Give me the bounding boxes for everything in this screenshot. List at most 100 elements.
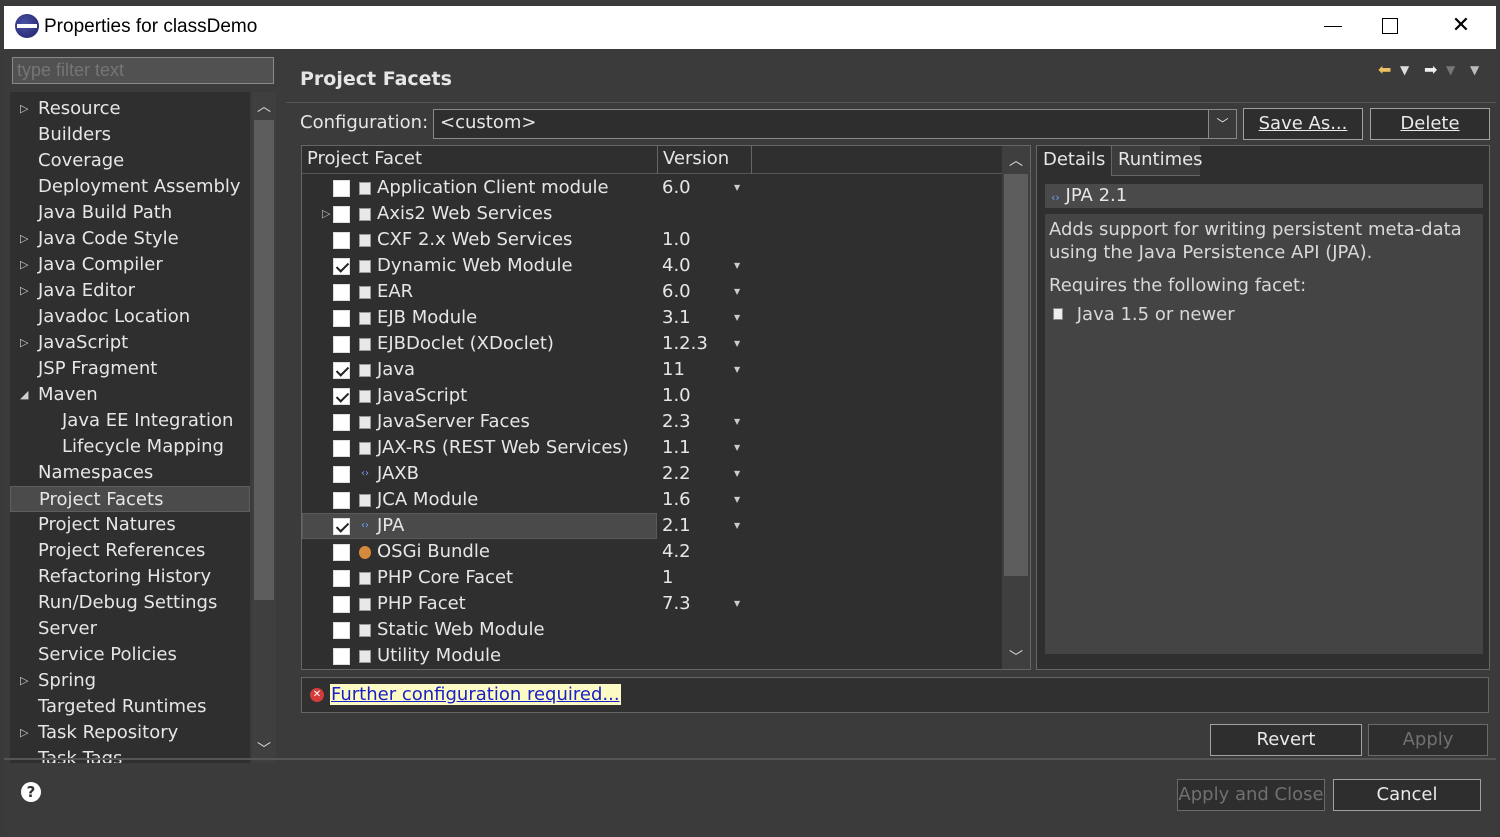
facet-version[interactable]: 6.0 <box>662 175 691 201</box>
facet-checkbox[interactable] <box>333 570 350 587</box>
tree-item[interactable]: Project Natures <box>10 512 250 538</box>
save-as-button[interactable]: Save As... <box>1243 108 1363 140</box>
version-dropdown-icon[interactable]: ▼ <box>734 175 740 201</box>
version-dropdown-icon[interactable]: ▼ <box>734 305 740 331</box>
facet-checkbox[interactable] <box>333 336 350 353</box>
tree-item[interactable]: Javadoc Location <box>10 304 250 330</box>
tree-item[interactable]: Java Build Path <box>10 200 250 226</box>
facet-checkbox[interactable] <box>333 180 350 197</box>
tree-item[interactable]: Run/Debug Settings <box>10 590 250 616</box>
facet-version[interactable]: 3.1 <box>662 305 691 331</box>
tree-item[interactable]: JSP Fragment <box>10 356 250 382</box>
facet-version[interactable]: 2.3 <box>662 409 691 435</box>
facet-row[interactable]: OSGi Bundle 4.2 <box>302 539 1002 565</box>
view-menu-icon[interactable]: ▼ <box>1470 63 1479 77</box>
facet-version[interactable]: 1.6 <box>662 487 691 513</box>
facet-checkbox[interactable] <box>333 622 350 639</box>
tree-item[interactable]: ▷ JavaScript <box>10 330 250 356</box>
facet-version[interactable]: 7.3 <box>662 591 691 617</box>
version-dropdown-icon[interactable]: ▼ <box>734 331 740 357</box>
expand-icon[interactable]: ▷ <box>20 668 28 694</box>
facet-scrollbar[interactable]: ︿ ﹀ <box>1002 146 1030 669</box>
facet-version[interactable]: 4.0 <box>662 253 691 279</box>
expand-icon[interactable]: ▷ <box>322 201 330 227</box>
tree-item[interactable]: Namespaces <box>10 460 250 486</box>
facet-checkbox[interactable] <box>333 648 350 665</box>
collapse-icon[interactable]: ◢ <box>20 382 28 408</box>
apply-and-close-button[interactable]: Apply and Close <box>1177 779 1325 811</box>
facet-version[interactable]: 1.1 <box>662 435 691 461</box>
tree-item[interactable]: Project Facets <box>10 486 250 512</box>
facet-version[interactable]: 1.2.3 <box>662 331 708 357</box>
facet-version[interactable]: 2.2 <box>662 461 691 487</box>
tree-item[interactable]: Service Policies <box>10 642 250 668</box>
tree-item[interactable]: ▷ Java Editor <box>10 278 250 304</box>
facet-row[interactable]: CXF 2.x Web Services 1.0 <box>302 227 1002 253</box>
tree-item[interactable]: ▷ Resource <box>10 96 250 122</box>
facet-row[interactable]: Application Client module 6.0 ▼ <box>302 175 1002 201</box>
expand-icon[interactable]: ▷ <box>20 96 28 122</box>
tree-item[interactable]: Task Tags <box>10 746 250 763</box>
delete-button[interactable]: Delete <box>1370 108 1490 140</box>
tree-item[interactable]: Server <box>10 616 250 642</box>
tree-item[interactable]: Java EE Integration <box>10 408 250 434</box>
version-dropdown-icon[interactable]: ▼ <box>734 591 740 617</box>
revert-button[interactable]: Revert <box>1210 724 1362 756</box>
facet-checkbox[interactable] <box>333 492 350 509</box>
facet-checkbox[interactable] <box>333 388 350 405</box>
forward-menu-icon[interactable]: ▼ <box>1446 63 1455 77</box>
facet-row[interactable]: Dynamic Web Module 4.0 ▼ <box>302 253 1002 279</box>
facet-row[interactable]: ‹› JPA 2.1 ▼ <box>302 513 1002 539</box>
version-dropdown-icon[interactable]: ▼ <box>734 253 740 279</box>
expand-icon[interactable]: ▷ <box>20 252 28 278</box>
maximize-button[interactable] <box>1361 6 1419 49</box>
tree-item[interactable]: Targeted Runtimes <box>10 694 250 720</box>
column-header-version[interactable]: Version <box>658 146 752 174</box>
facet-row[interactable]: Java 11 ▼ <box>302 357 1002 383</box>
tab-runtimes[interactable]: Runtimes <box>1112 146 1203 176</box>
facet-row[interactable]: JavaScript 1.0 <box>302 383 1002 409</box>
facet-checkbox[interactable] <box>333 466 350 483</box>
tree-item[interactable]: Lifecycle Mapping <box>10 434 250 460</box>
facet-row[interactable]: Static Web Module <box>302 617 1002 643</box>
facet-checkbox[interactable] <box>333 544 350 561</box>
facet-checkbox[interactable] <box>333 362 350 379</box>
facet-version[interactable]: 2.1 <box>662 513 691 539</box>
version-dropdown-icon[interactable]: ▼ <box>734 461 740 487</box>
facet-checkbox[interactable] <box>333 518 350 535</box>
facet-checkbox[interactable] <box>333 440 350 457</box>
filter-input[interactable] <box>12 57 274 84</box>
scroll-thumb[interactable] <box>254 120 274 600</box>
minimize-button[interactable] <box>1304 6 1362 49</box>
facet-row[interactable]: ‹› JAXB 2.2 ▼ <box>302 461 1002 487</box>
facet-row[interactable]: EJB Module 3.1 ▼ <box>302 305 1002 331</box>
scroll-up-icon[interactable]: ︿ <box>252 96 276 118</box>
facet-row[interactable]: PHP Facet 7.3 ▼ <box>302 591 1002 617</box>
scroll-up-icon[interactable]: ︿ <box>1002 150 1030 172</box>
version-dropdown-icon[interactable]: ▼ <box>734 409 740 435</box>
help-icon[interactable]: ? <box>21 782 41 802</box>
facet-version[interactable]: 6.0 <box>662 279 691 305</box>
facet-row[interactable]: JAX-RS (REST Web Services) 1.1 ▼ <box>302 435 1002 461</box>
tree-item[interactable]: Coverage <box>10 148 250 174</box>
facet-row[interactable]: EJBDoclet (XDoclet) 1.2.3 ▼ <box>302 331 1002 357</box>
close-button[interactable]: ✕ <box>1432 6 1490 49</box>
facet-checkbox[interactable] <box>333 232 350 249</box>
column-header-facet[interactable]: Project Facet <box>302 146 658 174</box>
scroll-thumb[interactable] <box>1004 174 1028 576</box>
chevron-down-icon[interactable]: ﹀ <box>1208 110 1236 138</box>
back-menu-icon[interactable]: ▼ <box>1400 63 1409 77</box>
version-dropdown-icon[interactable]: ▼ <box>734 487 740 513</box>
facet-checkbox[interactable] <box>333 596 350 613</box>
expand-icon[interactable]: ▷ <box>20 226 28 252</box>
tree-item[interactable]: ▷ Java Code Style <box>10 226 250 252</box>
cancel-button[interactable]: Cancel <box>1333 779 1481 811</box>
facet-row[interactable]: JCA Module 1.6 ▼ <box>302 487 1002 513</box>
tree-item[interactable]: Refactoring History <box>10 564 250 590</box>
tree-item[interactable]: ◢ Maven <box>10 382 250 408</box>
scroll-down-icon[interactable]: ﹀ <box>1002 647 1030 669</box>
facet-checkbox[interactable] <box>333 310 350 327</box>
back-arrow-icon[interactable]: ⬅ <box>1378 60 1391 79</box>
facet-version[interactable]: 11 <box>662 357 685 383</box>
tree-item[interactable]: ▷ Task Repository <box>10 720 250 746</box>
